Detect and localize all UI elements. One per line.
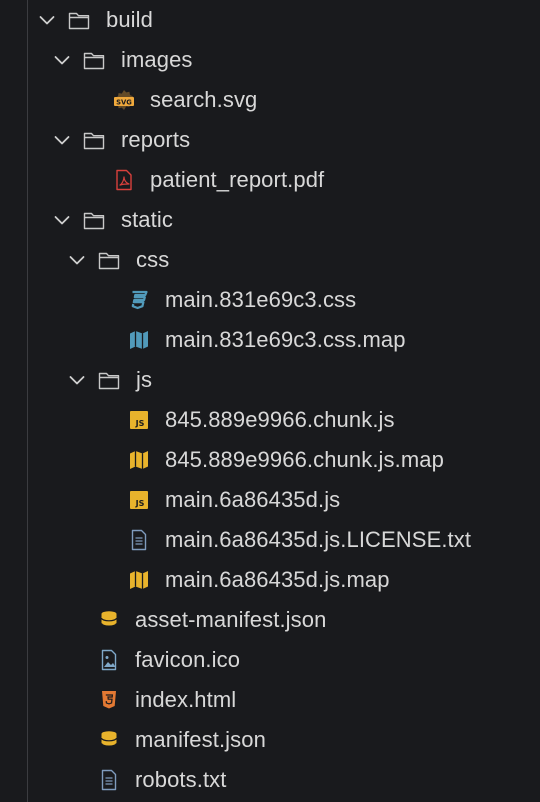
file-label: favicon.ico: [135, 647, 241, 672]
tree-file-row[interactable]: main.6a86435d.js.map: [0, 560, 540, 600]
file-label: asset-manifest.json: [135, 607, 327, 632]
tree-file-row[interactable]: robots.txt: [0, 760, 540, 800]
json-file-icon: [97, 608, 121, 632]
file-label: robots.txt: [135, 767, 227, 792]
folder-icon: [97, 248, 121, 272]
folder-label: images: [121, 47, 193, 72]
folder-icon: [97, 368, 121, 392]
folder-icon: [82, 48, 106, 72]
source-map-file-icon: [127, 448, 151, 472]
source-map-file-icon: [127, 568, 151, 592]
file-label: manifest.json: [135, 727, 266, 752]
folder-label: build: [106, 7, 153, 32]
file-explorer-tree: build images SVG search.svg reports patient_r…: [0, 0, 540, 800]
tree-folder-row[interactable]: reports: [0, 120, 540, 160]
tree-file-row[interactable]: SVG search.svg: [0, 80, 540, 120]
tree-folder-row[interactable]: build: [0, 0, 540, 40]
tree-file-row[interactable]: JS main.6a86435d.js: [0, 480, 540, 520]
folder-icon: [82, 208, 106, 232]
json-file-icon: [97, 728, 121, 752]
tree-file-row[interactable]: manifest.json: [0, 720, 540, 760]
tree-file-row[interactable]: 845.889e9966.chunk.js.map: [0, 440, 540, 480]
javascript-file-icon: JS: [127, 408, 151, 432]
chevron-down-icon[interactable]: [51, 49, 73, 71]
chevron-down-icon[interactable]: [36, 9, 58, 31]
file-label: 845.889e9966.chunk.js.map: [165, 447, 444, 472]
file-label: main.6a86435d.js.LICENSE.txt: [165, 527, 472, 552]
source-map-file-icon: [127, 328, 151, 352]
tree-file-row[interactable]: index.html: [0, 680, 540, 720]
html-file-icon: [97, 688, 121, 712]
folder-label: reports: [121, 127, 191, 152]
file-label: main.831e69c3.css.map: [165, 327, 406, 352]
file-label: search.svg: [150, 87, 258, 112]
file-label: main.6a86435d.js: [165, 487, 341, 512]
svg-text:JS: JS: [135, 419, 145, 428]
svg-text:SVG: SVG: [116, 98, 132, 106]
tree-folder-row[interactable]: js: [0, 360, 540, 400]
tree-file-row[interactable]: main.831e69c3.css: [0, 280, 540, 320]
tree-folder-row[interactable]: images: [0, 40, 540, 80]
tree-file-row[interactable]: JS 845.889e9966.chunk.js: [0, 400, 540, 440]
text-file-icon: [127, 528, 151, 552]
svg-file-icon: SVG: [112, 88, 136, 112]
text-file-icon: [97, 768, 121, 792]
svg-text:JS: JS: [135, 499, 145, 508]
file-label: main.6a86435d.js.map: [165, 567, 390, 592]
folder-label: static: [121, 207, 173, 232]
tree-folder-row[interactable]: css: [0, 240, 540, 280]
folder-label: css: [136, 247, 170, 272]
file-label: index.html: [135, 687, 237, 712]
image-file-icon: [97, 648, 121, 672]
chevron-down-icon[interactable]: [51, 209, 73, 231]
pdf-file-icon: [112, 168, 136, 192]
chevron-down-icon[interactable]: [51, 129, 73, 151]
folder-icon: [82, 128, 106, 152]
chevron-down-icon[interactable]: [66, 249, 88, 271]
tree-file-row[interactable]: asset-manifest.json: [0, 600, 540, 640]
tree-file-row[interactable]: favicon.ico: [0, 640, 540, 680]
chevron-down-icon[interactable]: [66, 369, 88, 391]
css-file-icon: [127, 288, 151, 312]
tree-file-row[interactable]: patient_report.pdf: [0, 160, 540, 200]
javascript-file-icon: JS: [127, 488, 151, 512]
tree-file-row[interactable]: main.6a86435d.js.LICENSE.txt: [0, 520, 540, 560]
tree-file-row[interactable]: main.831e69c3.css.map: [0, 320, 540, 360]
tree-folder-row[interactable]: static: [0, 200, 540, 240]
file-label: main.831e69c3.css: [165, 287, 357, 312]
folder-icon: [67, 8, 91, 32]
file-label: 845.889e9966.chunk.js: [165, 407, 395, 432]
file-label: patient_report.pdf: [150, 167, 325, 192]
folder-label: js: [136, 367, 153, 392]
